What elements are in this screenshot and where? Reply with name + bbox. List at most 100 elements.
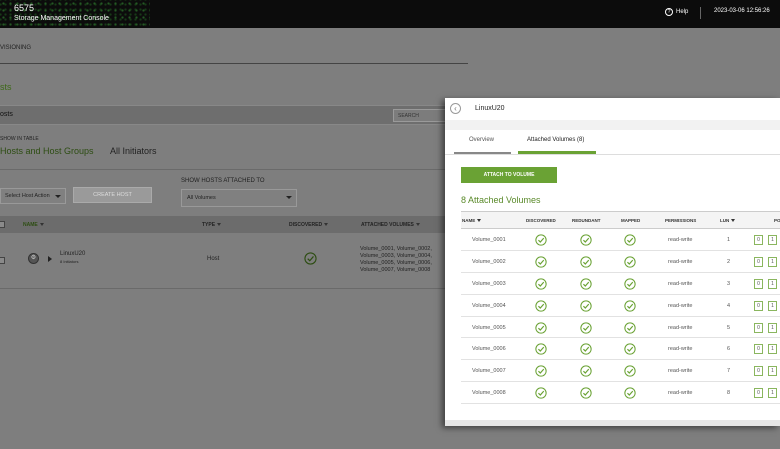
permissions-value: read-write (668, 280, 693, 287)
panel-footer (445, 420, 780, 426)
topbar-divider (700, 7, 701, 19)
port-badge[interactable]: 1 (768, 344, 777, 355)
host-action-select[interactable]: Select Host Action (0, 188, 66, 204)
row-checkbox[interactable] (0, 257, 5, 264)
col-name[interactable]: NAME (462, 218, 482, 223)
show-hosts-attached-label: SHOW HOSTS ATTACHED TO (181, 178, 265, 184)
table-row[interactable]: Volume_0002 read-write 2 0 1 (461, 251, 780, 273)
datetime: 2023-03-06 12:56:26 (714, 8, 770, 14)
port-badge[interactable]: 0 (754, 388, 763, 399)
col-permissions: PERMISSIONS (665, 218, 697, 223)
volume-name[interactable]: Volume_0005 (472, 325, 506, 331)
panel-title: LinuxU20 (475, 105, 505, 112)
check-circle-icon (580, 386, 592, 399)
volume-name[interactable]: Volume_0001 (472, 237, 506, 243)
expand-icon[interactable] (48, 256, 52, 262)
col-discovered: DISCOVERED (526, 218, 556, 223)
system-model: 6575 (14, 3, 35, 13)
tab-indicator (454, 152, 511, 154)
table-row[interactable]: Volume_0001 read-write 1 0 1 (461, 229, 780, 251)
port-badge[interactable]: 0 (754, 366, 763, 377)
permissions-value: read-write (668, 368, 693, 375)
tab-attached-volumes[interactable]: Attached Volumes (8) (527, 137, 584, 143)
tab-overview[interactable]: Overview (469, 137, 494, 143)
select-all-checkbox[interactable] (0, 221, 5, 228)
check-circle-icon (624, 255, 636, 268)
create-host-button[interactable]: CREATE HOST (73, 187, 152, 203)
attach-to-volume-button[interactable]: ATTACH TO VOLUME (461, 167, 557, 183)
col-type[interactable]: TYPE (202, 222, 222, 228)
lun-value: 7 (727, 368, 731, 375)
lun-value: 3 (727, 280, 731, 287)
table-row[interactable]: Volume_0007 read-write 7 0 1 (461, 360, 780, 383)
check-circle-icon (624, 321, 636, 334)
provisioning-heading[interactable]: VISIONING (0, 45, 31, 51)
top-bar: 6575 Storage Management Console ? Help 2… (0, 0, 780, 28)
gear-icon[interactable]: ⚙ (28, 253, 39, 264)
port-badge[interactable]: 0 (754, 344, 763, 355)
port-badge[interactable]: 0 (754, 322, 763, 333)
port-badge[interactable]: 1 (768, 256, 777, 267)
volume-name[interactable]: Volume_0004 (472, 303, 506, 309)
table-row[interactable]: Volume_0008 read-write 8 0 1 (461, 382, 780, 405)
help-link[interactable]: ? Help (665, 8, 688, 16)
check-circle-icon (580, 342, 592, 356)
hosts-bar-label: osts (0, 111, 13, 118)
volume-name[interactable]: Volume_0007 (472, 368, 506, 374)
table-row[interactable]: Volume_0004 read-write 4 0 1 (461, 295, 780, 317)
table-row[interactable]: Volume_0005 read-write 5 0 1 (461, 317, 780, 339)
search-input[interactable]: SEARCH (393, 109, 446, 122)
show-in-table-label: SHOW IN TABLE (0, 136, 39, 142)
chevron-down-icon (55, 195, 61, 198)
port-badge[interactable]: 1 (768, 366, 777, 377)
port-badge[interactable]: 0 (754, 256, 763, 267)
lun-value: 1 (727, 237, 731, 243)
permissions-value: read-write (668, 302, 693, 309)
tab-all-initiators[interactable]: All Initiators (110, 146, 157, 156)
volume-name[interactable]: Volume_0002 (472, 259, 506, 265)
table-row[interactable]: Volume_0006 read-write 6 0 1 (461, 338, 780, 361)
check-circle-icon (535, 255, 547, 268)
check-circle-icon (580, 321, 592, 334)
port-badge[interactable]: 1 (768, 235, 777, 245)
check-circle-icon (624, 386, 636, 399)
col-discovered[interactable]: DISCOVERED (289, 222, 329, 228)
port-badge[interactable]: 1 (768, 322, 777, 333)
host-action-value: Select Host Action (5, 193, 50, 199)
lun-value: 4 (727, 302, 731, 309)
port-badge[interactable]: 0 (754, 235, 763, 245)
port-badge[interactable]: 0 (754, 300, 763, 311)
tab-hosts-and-groups[interactable]: Hosts and Host Groups (0, 146, 94, 156)
port-badge[interactable]: 1 (768, 278, 777, 289)
port-badge[interactable]: 1 (768, 300, 777, 311)
host-name[interactable]: LinuxU20 (60, 251, 85, 257)
check-circle-icon (580, 364, 592, 378)
volume-filter-select[interactable]: All Volumes (181, 189, 297, 207)
col-ports: PO (774, 218, 780, 223)
col-name[interactable]: NAME (23, 222, 44, 228)
lun-value: 6 (727, 346, 731, 353)
port-badge[interactable]: 1 (768, 388, 777, 399)
permissions-value: read-write (668, 346, 693, 353)
volume-name[interactable]: Volume_0008 (472, 390, 506, 396)
col-redundant: REDUNDANT (572, 218, 601, 223)
host-detail-panel: ‹ LinuxU20 Overview Attached Volumes (8)… (445, 98, 780, 426)
check-circle-icon (535, 299, 547, 312)
check-circle-icon (624, 277, 636, 290)
chevron-left-icon[interactable]: ‹ (450, 103, 461, 114)
divider (0, 63, 468, 64)
chevron-down-icon (286, 196, 292, 199)
col-attached-volumes[interactable]: ATTACHED VOLUMES (361, 222, 420, 228)
check-circle-icon (580, 299, 592, 312)
table-row[interactable]: Volume_0003 read-write 3 0 1 (461, 273, 780, 295)
host-type: Host (207, 256, 220, 262)
col-lun[interactable]: LUN (720, 218, 736, 223)
permissions-value: read-write (668, 237, 693, 243)
attached-volumes-title: 8 Attached Volumes (461, 195, 541, 205)
check-circle-icon (304, 252, 317, 265)
check-circle-icon (624, 342, 636, 356)
tab-indicator-active (518, 151, 596, 154)
volume-name[interactable]: Volume_0006 (472, 346, 506, 352)
port-badge[interactable]: 0 (754, 278, 763, 289)
volume-name[interactable]: Volume_0003 (472, 281, 506, 287)
